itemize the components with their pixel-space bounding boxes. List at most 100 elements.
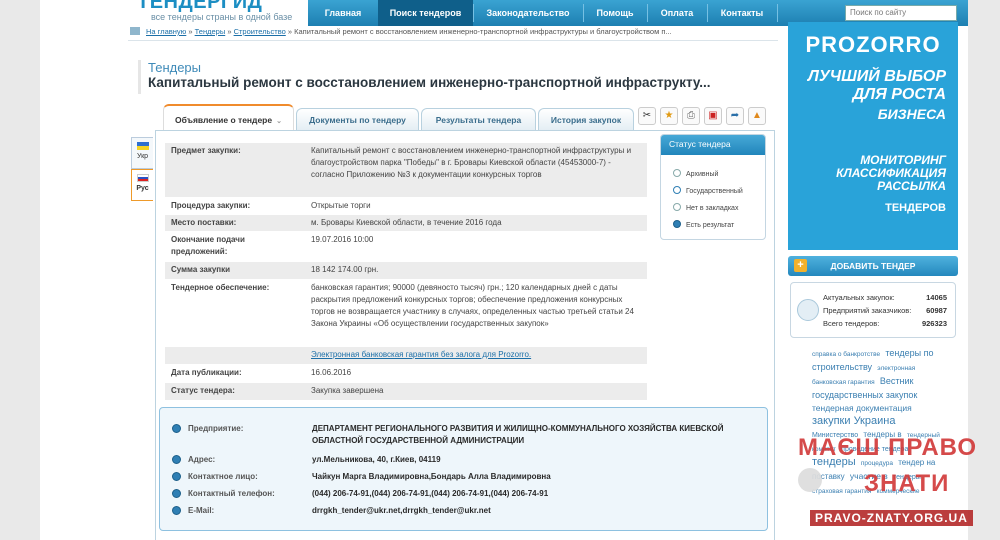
section-name: Тендеры xyxy=(148,60,202,75)
nav-tender-search[interactable]: Поиск тендеров xyxy=(378,0,473,26)
breadcrumb-construction[interactable]: Строительство xyxy=(234,27,286,36)
organizer-row: Предприятие: ДЕПАРТАМЕНТ РЕГИОНАЛЬНОГО Р… xyxy=(172,422,752,450)
organizer-label: Контактное лицо: xyxy=(188,472,258,481)
phone-icon xyxy=(172,489,181,498)
organizer-value: ДЕПАРТАМЕНТ РЕГИОНАЛЬНОГО РАЗВИТИЯ И ЖИЛ… xyxy=(312,424,724,445)
watermark-line: МАЄШ ПРАВО xyxy=(798,434,978,461)
table-row: Место поставки: м. Бровары Киевской обла… xyxy=(165,215,647,231)
clock-icon xyxy=(673,169,681,177)
status-government: Государственный xyxy=(673,186,743,195)
status-label: Есть результат xyxy=(686,222,735,229)
star-bookmark-icon[interactable]: ★ xyxy=(660,107,678,125)
table-row: Электронная банковская гарантия без зало… xyxy=(165,347,647,364)
breadcrumb-divider xyxy=(128,40,778,41)
tab-documents[interactable]: Документы по тендеру xyxy=(296,108,419,130)
table-row: Дата публикации: 16.06.2016 xyxy=(165,365,647,382)
organizer-label: Предприятие: xyxy=(188,424,244,433)
site-search-input[interactable]: Поиск по сайту xyxy=(845,5,957,21)
banner-line: ЛУЧШИЙ ВЫБОР ДЛЯ РОСТА xyxy=(807,68,946,103)
banner-brand: PROZORRO xyxy=(805,32,941,57)
row-label: Место поставки: xyxy=(171,218,237,227)
row-value: 19.07.2016 10:00 xyxy=(311,235,374,244)
row-label: Окончание подачи предложений: xyxy=(171,235,245,256)
organizer-value: Чайкун Марга Владимировна,Бондарь Алла В… xyxy=(312,472,551,481)
tab-announcement[interactable]: Объявление о тендере ⌄ xyxy=(163,104,294,130)
status-label: Государственный xyxy=(686,188,743,195)
home-icon[interactable] xyxy=(130,27,140,35)
tab-history[interactable]: История закупок xyxy=(538,108,634,130)
bank-guarantee-link[interactable]: Электронная банковская гарантия без зало… xyxy=(311,350,531,359)
tag-link[interactable]: тендерная документация xyxy=(812,403,912,413)
banner-line: БИЗНЕСА xyxy=(877,106,946,122)
organizer-row: Контактное лицо: Чайкун Марга Владимиров… xyxy=(172,470,752,484)
organizer-value[interactable]: drrgkh_tender@ukr.net,drrgkh_tender@ukr.… xyxy=(312,505,757,517)
stat-value: 60987 xyxy=(926,306,947,315)
table-row: Предмет закупки: Капитальный ремонт с во… xyxy=(165,143,647,197)
table-row: Процедура закупки: Открытые торги xyxy=(165,198,647,214)
status-label: Нет в закладках xyxy=(686,205,739,212)
lang-tab-ukr[interactable]: Укр xyxy=(131,137,153,169)
row-value: Открытые торги xyxy=(311,201,371,210)
organizer-value: (044) 206-74-91,(044) 206-74-91,(044) 20… xyxy=(312,489,549,498)
site-logo[interactable]: ТЕНДЕРГИД все тендеры страны в одной баз… xyxy=(105,0,305,26)
stat-label: Всего тендеров: xyxy=(823,319,880,328)
title-accent xyxy=(138,60,141,94)
person-icon xyxy=(172,472,181,481)
tender-stats: Актуальных закупок: 14065 Предприятий зак… xyxy=(790,282,956,338)
nav-payment[interactable]: Оплата xyxy=(647,0,707,26)
row-label: Тендерное обеспечение: xyxy=(171,283,270,292)
organizer-row: E-Mail: drrgkh_tender@ukr.net,drrgkh_ten… xyxy=(172,504,752,518)
tab-results[interactable]: Результаты тендера xyxy=(421,108,536,130)
address-icon xyxy=(172,455,181,464)
table-row: Сумма закупки 18 142 174.00 грн. xyxy=(165,262,647,279)
status-result: Есть результат xyxy=(673,220,734,229)
print-icon[interactable]: ⎙ xyxy=(682,107,700,125)
nav-home[interactable]: Главная xyxy=(308,0,378,26)
tab-announcement-label: Объявление о тендере xyxy=(175,115,273,125)
result-icon xyxy=(673,220,681,228)
page-gutter-left xyxy=(0,0,40,540)
tag-link[interactable]: закупки Украина xyxy=(812,415,895,427)
tag-link[interactable]: справка о банкротстве xyxy=(812,351,880,358)
lang-tab-rus[interactable]: Рус xyxy=(131,169,153,201)
email-icon xyxy=(172,506,181,515)
breadcrumb: На главную » Тендеры » Строительство » К… xyxy=(130,27,672,39)
organizer-box: Предприятие: ДЕПАРТАМЕНТ РЕГИОНАЛЬНОГО Р… xyxy=(159,407,768,531)
table-row: Окончание подачи предложений: 19.07.2016… xyxy=(165,232,647,261)
row-label: Сумма закупки xyxy=(171,265,231,274)
breadcrumb-home[interactable]: На главную xyxy=(146,27,186,36)
table-row: Статус тендера: Закупка завершена xyxy=(165,383,647,400)
breadcrumb-tenders[interactable]: Тендеры xyxy=(195,27,226,36)
nav-help[interactable]: Помощь xyxy=(583,0,647,26)
forward-icon[interactable]: ➦ xyxy=(726,107,744,125)
flag-ru-icon xyxy=(136,174,149,182)
share-icon[interactable]: ✂ xyxy=(638,107,656,125)
pdf-icon[interactable]: ▣ xyxy=(704,107,722,125)
banner-line: ТЕНДЕРОВ xyxy=(885,202,946,214)
row-label: Процедура закупки: xyxy=(171,201,251,210)
row-label: Статус тендера: xyxy=(171,386,235,395)
company-icon xyxy=(172,424,181,433)
stat-label: Предприятий заказчиков: xyxy=(823,306,912,315)
warning-icon[interactable]: ▲ xyxy=(748,107,766,125)
nav-legislation[interactable]: Законодательство xyxy=(473,0,583,26)
lang-label-rus: Рус xyxy=(136,185,149,192)
row-label: Предмет закупки: xyxy=(171,146,241,155)
row-value: 16.06.2016 xyxy=(311,368,352,377)
status-bookmark[interactable]: Нет в закладках xyxy=(673,203,738,212)
status-archived: Архивный xyxy=(673,169,718,178)
nav-contacts[interactable]: Контакты xyxy=(707,0,777,26)
table-row: Тендерное обеспечение: банковская гарант… xyxy=(165,280,647,346)
row-value: м. Бровары Киевской области, в течение 2… xyxy=(311,218,502,227)
tender-status-box: Статус тендера Архивный Государственный … xyxy=(660,134,766,240)
add-tender-button[interactable]: + ДОБАВИТЬ ТЕНДЕР xyxy=(788,256,958,276)
row-value: Капитальный ремонт с восстановлением инж… xyxy=(311,146,632,179)
stat-row: Всего тендеров: 926323 xyxy=(823,319,951,328)
watermark-logo xyxy=(798,468,822,492)
chevron-down-icon: ⌄ xyxy=(276,118,282,125)
organizer-row: Контактный телефон: (044) 206-74-91,(044… xyxy=(172,487,752,501)
prozorro-banner[interactable]: PROZORRO ЛУЧШИЙ ВЫБОР ДЛЯ РОСТА БИЗНЕСА … xyxy=(788,22,958,250)
organizer-value: ул.Мельникова, 40, г.Киев, 04119 xyxy=(312,455,441,464)
watermark-line: ЗНАТИ xyxy=(864,470,950,497)
watermark: МАЄШ ПРАВО ЗНАТИ PRAVO-ZNATY.ORG.UA xyxy=(798,434,994,534)
